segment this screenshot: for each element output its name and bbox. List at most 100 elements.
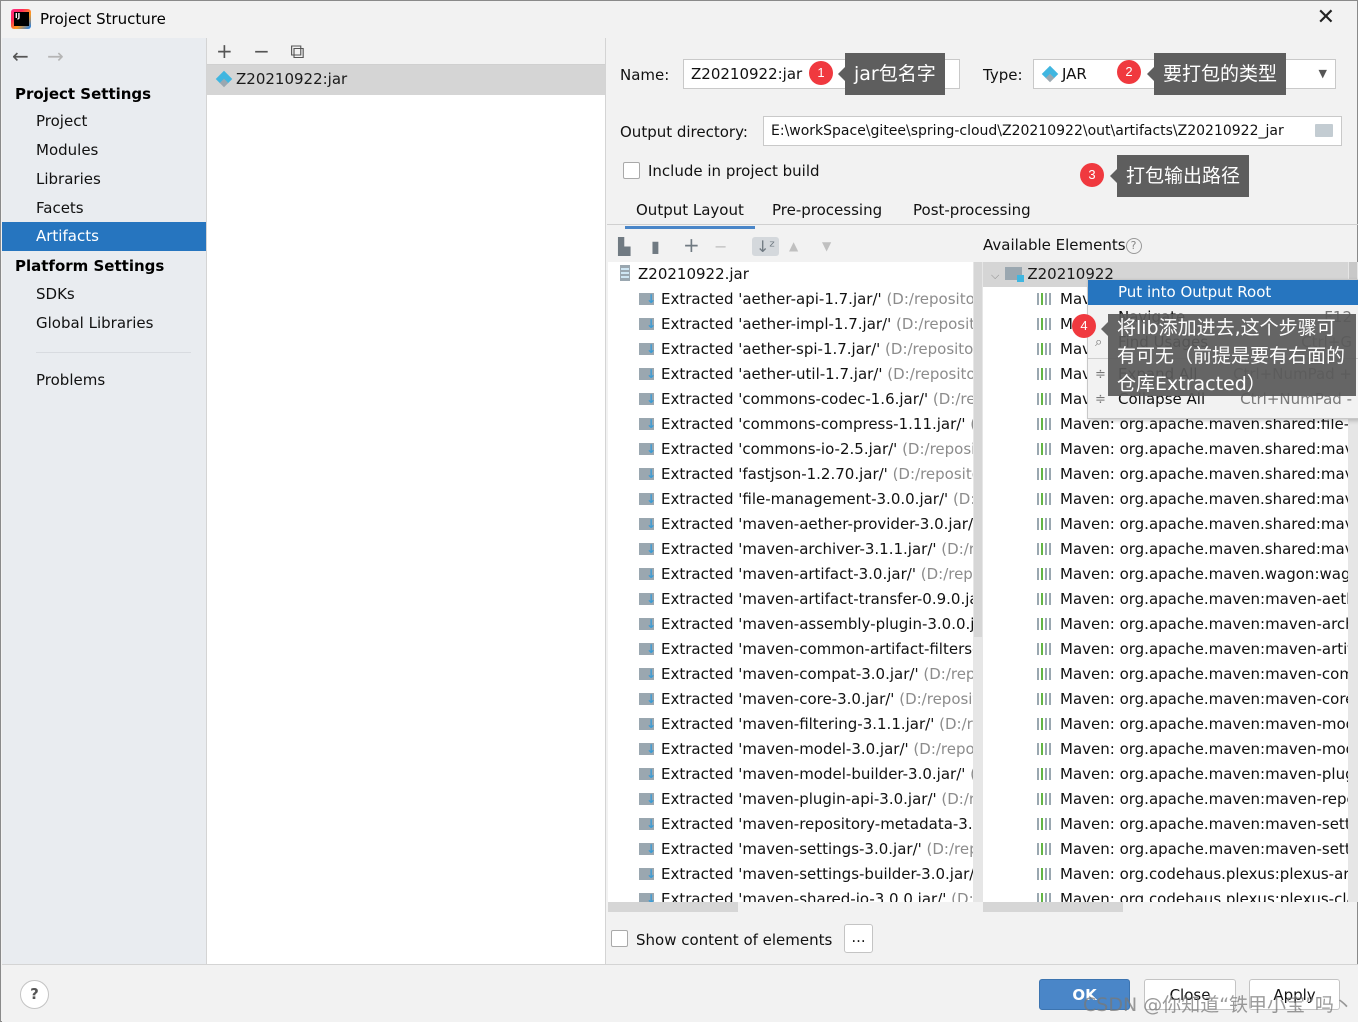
output-tree-item[interactable]: Extracted 'maven-settings-builder-3.0.ja… [608,862,973,887]
available-library-item[interactable]: Maven: org.apache.maven:maven-model: [983,737,1348,762]
extracted-path: (D:/repository/ [885,340,973,358]
output-tree-item[interactable]: Extracted 'aether-impl-1.7.jar/' (D:/rep… [608,312,973,337]
remove-element-icon[interactable]: − [714,237,727,256]
available-library-item[interactable]: Maven: org.codehaus.plexus:plexus-class [983,887,1348,902]
help-button[interactable]: ? [20,980,49,1009]
extracted-name: Extracted 'maven-shared-io-3.0.0.jar/' [661,890,947,902]
tab-post-processing[interactable]: Post-processing [913,201,1031,219]
available-library-item[interactable]: Maven: org.apache.maven:maven-setting [983,837,1348,862]
available-library-item[interactable]: Maven: org.apache.maven.shared:maven- [983,437,1348,462]
output-tree-item[interactable]: Extracted 'aether-api-1.7.jar/' (D:/repo… [608,287,973,312]
project-settings-header: Project Settings [15,85,152,103]
library-icon [1037,493,1053,505]
tab-output-layout[interactable]: Output Layout [625,201,755,229]
available-library-item[interactable]: Maven: org.apache.maven.shared:maven- [983,462,1348,487]
sidebar-item-global-libraries[interactable]: Global Libraries [2,309,206,338]
copy-artifact-icon[interactable]: ⧉ [290,39,304,63]
sidebar-item-artifacts[interactable]: Artifacts [2,222,206,251]
platform-settings-header: Platform Settings [15,257,165,275]
output-tree-item[interactable]: Extracted 'commons-io-2.5.jar/' (D:/repo… [608,437,973,462]
available-library-item[interactable]: Maven: org.apache.maven.shared:maven- [983,487,1348,512]
help-icon[interactable]: ? [1125,238,1142,254]
include-in-build-checkbox[interactable] [623,162,640,179]
extracted-jar-icon [639,787,656,812]
output-tree-item[interactable]: Extracted 'fastjson-1.2.70.jar/' (D:/rep… [608,462,973,487]
output-tree-item[interactable]: Extracted 'maven-core-3.0.jar/' (D:/repo… [608,687,973,712]
output-tree-item[interactable]: Extracted 'maven-model-3.0.jar/' (D:/rep… [608,737,973,762]
add-artifact-icon[interactable]: + [216,39,233,63]
sidebar-item-problems[interactable]: Problems [2,366,206,395]
sidebar-item-libraries[interactable]: Libraries [2,165,206,194]
available-library-item[interactable]: Maven: org.apache.maven:maven-model- [983,712,1348,737]
extracted-path: (D:/repo [932,390,973,408]
output-tree-item[interactable]: Extracted 'maven-shared-io-3.0.0.jar/' (… [608,887,973,902]
output-tree-item[interactable]: Extracted 'commons-compress-1.11.jar/' (… [608,412,973,437]
output-tree-hscrollbar[interactable] [608,902,738,912]
output-tree-item[interactable]: Extracted 'file-management-3.0.0.jar/' (… [608,487,973,512]
sidebar-item-modules[interactable]: Modules [2,136,206,165]
create-archive-icon[interactable]: ▮ [651,237,660,256]
show-content-options-button[interactable]: ... [844,924,873,953]
available-library-item[interactable]: Maven: org.apache.maven:maven-artifact [983,637,1348,662]
sidebar-item-project[interactable]: Project [2,107,206,136]
sidebar-item-sdks[interactable]: SDKs [2,280,206,309]
extracted-path: (D:/repo [939,715,973,733]
output-root-item[interactable]: Z20210922.jar [608,262,973,287]
available-library-item[interactable]: Maven: org.apache.maven:maven-core:3. [983,687,1348,712]
forward-arrow-icon[interactable]: → [47,44,64,68]
library-icon [1037,543,1053,555]
available-library-item[interactable]: Maven: org.apache.maven.wagon:wagon [983,562,1348,587]
extracted-name: Extracted 'maven-assembly-plugin-3.0.0.j… [661,615,973,633]
output-tree-item[interactable]: Extracted 'maven-assembly-plugin-3.0.0.j… [608,612,973,637]
output-tree-item[interactable]: Extracted 'maven-compat-3.0.jar/' (D:/re… [608,662,973,687]
output-tree-scrollbar[interactable] [973,262,983,902]
extracted-name: Extracted 'file-management-3.0.0.jar/' [661,490,949,508]
library-icon [1037,393,1053,405]
show-content-checkbox[interactable] [611,930,628,947]
menu-item-put-into-output-root[interactable]: Put into Output Root [1088,280,1358,305]
library-icon [1037,618,1053,630]
output-tree-item[interactable]: Extracted 'maven-aether-provider-3.0.jar… [608,512,973,537]
remove-artifact-icon[interactable]: − [253,39,270,63]
available-library-item[interactable]: Maven: org.codehaus.plexus:plexus-archi [983,862,1348,887]
new-directory-icon[interactable]: ▙ [618,237,630,256]
library-label: Maven: org.codehaus.plexus:plexus-archi [1060,865,1348,883]
artifact-list-item[interactable]: Z20210922:jar [207,65,605,95]
output-tree-item[interactable]: Extracted 'maven-archiver-3.1.1.jar/' (D… [608,537,973,562]
output-tree-item[interactable]: Extracted 'maven-artifact-transfer-0.9.0… [608,587,973,612]
folder-browse-icon[interactable] [1315,124,1333,137]
output-directory-input[interactable]: E:\workSpace\gitee\spring-cloud\Z2021092… [763,116,1342,146]
back-arrow-icon[interactable]: ← [12,44,29,68]
output-tree-item[interactable]: Extracted 'aether-spi-1.7.jar/' (D:/repo… [608,337,973,362]
available-library-item[interactable]: Maven: org.apache.maven:maven-setting [983,812,1348,837]
available-library-item[interactable]: Maven: org.apache.maven:maven-compa [983,662,1348,687]
available-library-item[interactable]: Maven: org.apache.maven:maven-reposit [983,787,1348,812]
available-library-item[interactable]: Maven: org.apache.maven:maven-archive [983,612,1348,637]
add-element-icon[interactable]: + [683,233,700,257]
output-tree-item[interactable]: Extracted 'maven-model-builder-3.0.jar/'… [608,762,973,787]
sidebar-item-facets[interactable]: Facets [2,194,206,223]
move-down-icon[interactable]: ▼ [822,239,831,253]
available-tree-hscrollbar[interactable] [983,902,1123,912]
library-icon [1037,318,1053,330]
close-icon[interactable]: ✕ [1317,7,1335,29]
output-tree-item[interactable]: Extracted 'aether-util-1.7.jar/' (D:/rep… [608,362,973,387]
title-bar: Project Structure ✕ [1,1,1357,38]
sort-elements-icon[interactable]: ↓ᶻ [752,237,780,256]
extracted-name: Extracted 'maven-model-builder-3.0.jar/' [661,765,966,783]
output-tree-item[interactable]: Extracted 'maven-artifact-3.0.jar/' (D:/… [608,562,973,587]
available-library-item[interactable]: Maven: org.apache.maven:maven-aether- [983,587,1348,612]
output-tree-item[interactable]: Extracted 'maven-common-artifact-filters… [608,637,973,662]
tab-pre-processing[interactable]: Pre-processing [772,201,882,219]
output-tree-item[interactable]: Extracted 'maven-filtering-3.1.1.jar/' (… [608,712,973,737]
available-library-item[interactable]: Maven: org.apache.maven:maven-plugin- [983,762,1348,787]
extracted-path: (D:/repositor [896,315,973,333]
available-library-item[interactable]: Maven: org.apache.maven.shared:maven- [983,512,1348,537]
move-up-icon[interactable]: ▲ [789,239,798,253]
output-tree-item[interactable]: Extracted 'commons-codec-1.6.jar/' (D:/r… [608,387,973,412]
sidebar: ← → Project Settings Project Modules Lib… [2,38,206,964]
available-library-item[interactable]: Maven: org.apache.maven.shared:maven- [983,537,1348,562]
output-tree-item[interactable]: Extracted 'maven-repository-metadata-3.0… [608,812,973,837]
output-tree-item[interactable]: Extracted 'maven-plugin-api-3.0.jar/' (D… [608,787,973,812]
output-tree-item[interactable]: Extracted 'maven-settings-3.0.jar/' (D:/… [608,837,973,862]
